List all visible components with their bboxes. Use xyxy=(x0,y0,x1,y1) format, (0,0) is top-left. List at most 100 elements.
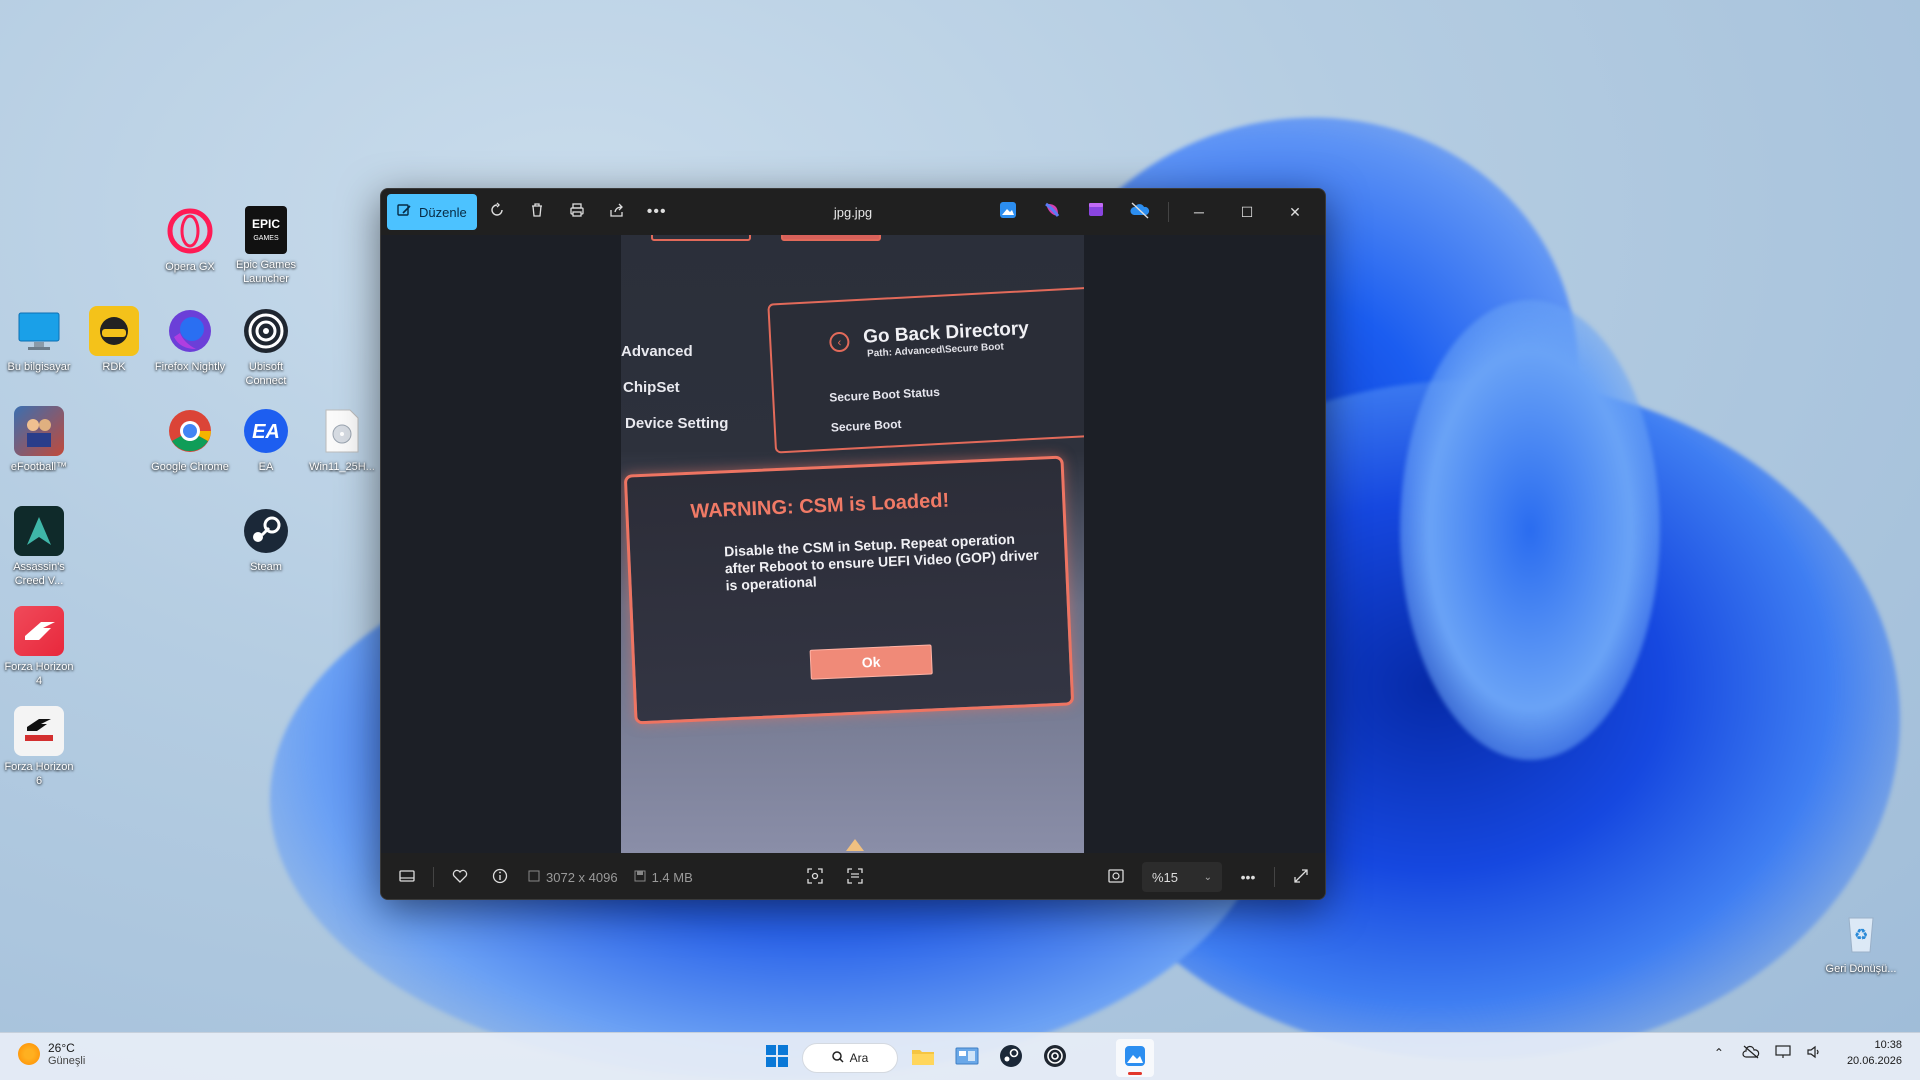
clipchamp-icon xyxy=(1087,201,1105,224)
network-button[interactable] xyxy=(1773,1043,1793,1063)
cloud-offline-icon xyxy=(1130,201,1150,224)
more-options-button[interactable]: ••• xyxy=(637,194,677,230)
taskbar-file-explorer[interactable] xyxy=(904,1039,942,1077)
clipchamp-app-button[interactable] xyxy=(1074,194,1118,230)
taskbar-photos[interactable] xyxy=(1116,1039,1154,1077)
start-button[interactable] xyxy=(758,1039,796,1077)
delete-button[interactable] xyxy=(517,194,557,230)
bios-secure-boot-panel: ‹ Go Back Directory Path: Advanced\Secur… xyxy=(767,286,1084,454)
file-info-button[interactable] xyxy=(480,859,520,895)
rotate-button[interactable] xyxy=(477,194,517,230)
epic-games-icon: EPIC GAMES xyxy=(245,206,287,254)
photos-app-button[interactable] xyxy=(986,194,1030,230)
chrome-icon xyxy=(165,406,215,456)
onedrive-button[interactable] xyxy=(1118,194,1162,230)
desktop-icon-this-pc[interactable]: Bu bilgisayar xyxy=(0,306,78,374)
title-bar: Düzenle ••• jpg.jpg ─ ☐ ✕ xyxy=(381,189,1325,235)
printer-icon xyxy=(569,202,585,223)
favorite-button[interactable] xyxy=(440,859,480,895)
desktop-icon-ubisoft-connect[interactable]: Ubisoft Connect xyxy=(227,306,305,388)
desktop-icon-steam[interactable]: Steam xyxy=(227,506,305,574)
image-size-icon xyxy=(528,870,540,885)
firefox-nightly-icon xyxy=(165,306,215,356)
desktop-icon-opera-gx[interactable]: Opera GX xyxy=(151,206,229,274)
status-bar: 3072 x 4096 1.4 MB %15 ⌄ ••• xyxy=(381,853,1325,899)
filmstrip-icon xyxy=(399,869,415,886)
rdk-icon xyxy=(89,306,139,356)
chevron-up-icon: ⌃ xyxy=(1713,1046,1724,1060)
image-dimensions: 3072 x 4096 xyxy=(528,870,618,885)
desktop-icon-label: Geri Dönüşü... xyxy=(1825,963,1897,975)
taskbar-ubisoft-connect[interactable] xyxy=(1036,1039,1074,1077)
save-disk-icon xyxy=(634,870,646,885)
rotate-icon xyxy=(489,202,505,223)
share-icon xyxy=(609,202,625,223)
search-label: Ara xyxy=(849,1051,869,1065)
trash-icon xyxy=(529,202,545,223)
svg-text:EPIC: EPIC xyxy=(252,217,280,231)
divider xyxy=(1274,867,1275,887)
weather-condition: Güneşli xyxy=(48,1055,86,1067)
onedrive-tray-button[interactable] xyxy=(1741,1043,1761,1063)
desktop-icon-firefox-nightly[interactable]: Firefox Nightly xyxy=(151,306,229,374)
visual-search-button[interactable] xyxy=(795,859,835,895)
close-button[interactable]: ✕ xyxy=(1271,194,1319,230)
desktop-icon-efootball[interactable]: eFootball™ xyxy=(0,406,78,474)
designer-app-button[interactable] xyxy=(1030,194,1074,230)
desktop-icon-assassins-creed[interactable]: Assassin's Creed V... xyxy=(0,506,78,588)
print-button[interactable] xyxy=(557,194,597,230)
desktop-icon-label: Win11_25H... xyxy=(309,461,375,473)
expand-icon xyxy=(1294,868,1308,886)
share-button[interactable] xyxy=(597,194,637,230)
cloud-offline-icon xyxy=(1742,1045,1760,1062)
clock-time: 10:38 xyxy=(1874,1039,1902,1051)
desktop-icon-win11-iso[interactable]: Win11_25H... xyxy=(303,406,381,474)
show-hidden-icons-button[interactable]: ⌃ xyxy=(1709,1043,1729,1063)
scan-text-icon xyxy=(847,867,863,887)
filmstrip-button[interactable] xyxy=(387,859,427,895)
image-dimensions-text: 3072 x 4096 xyxy=(546,869,618,885)
maximize-button[interactable]: ☐ xyxy=(1223,194,1271,230)
desktop-icon-recycle-bin[interactable]: ♻ Geri Dönüşü... xyxy=(1822,908,1900,976)
desktop-icon-label: Ubisoft Connect xyxy=(245,361,287,387)
desktop-icon-forza-horizon-4[interactable]: Forza Horizon 4 xyxy=(0,606,78,688)
clock[interactable]: 10:38 20.06.2026 xyxy=(1847,1037,1902,1069)
folder-icon xyxy=(911,1046,935,1071)
desktop-icon-forza-horizon-6[interactable]: Forza Horizon 6 xyxy=(0,706,78,788)
bios-panel-row: Secure Boot xyxy=(830,416,902,435)
zoom-level-dropdown[interactable]: %15 ⌄ xyxy=(1142,862,1222,892)
weather-widget[interactable]: 26°C Güneşli xyxy=(18,1041,85,1067)
network-icon xyxy=(1775,1044,1791,1062)
image-viewport[interactable]: Advanced ChipSet Device Setting ‹ Go Bac… xyxy=(381,235,1325,853)
disc-image-file-icon xyxy=(317,406,367,456)
bios-menu-item: Device Setting xyxy=(625,415,729,432)
ellipsis-icon: ••• xyxy=(646,203,667,220)
svg-text:GAMES: GAMES xyxy=(253,235,279,242)
ellipsis-icon: ••• xyxy=(1240,869,1256,885)
desktop-icon-label: Google Chrome xyxy=(151,461,229,473)
taskbar-search[interactable]: Ara xyxy=(802,1043,898,1073)
system-tray: ⌃ 10:38 20.06.2026 xyxy=(1709,1037,1902,1069)
edit-button[interactable]: Düzenle xyxy=(387,194,477,230)
desktop-icon-rdk[interactable]: RDK xyxy=(75,306,153,374)
taskbar: 26°C Güneşli Ara ⌃ 10:38 20.06.2026 xyxy=(0,1032,1920,1080)
minimize-button[interactable]: ─ xyxy=(1175,194,1223,230)
desktop-icon-epic-games[interactable]: EPIC GAMES Epic Games Launcher xyxy=(227,206,305,286)
heart-icon xyxy=(452,869,468,886)
desktop-icon-google-chrome[interactable]: Google Chrome xyxy=(151,406,229,474)
fullscreen-button[interactable] xyxy=(1281,859,1321,895)
desktop-icon-label: Forza Horizon 6 xyxy=(4,761,74,787)
actual-size-button[interactable] xyxy=(1096,859,1136,895)
control-panel-icon xyxy=(955,1046,979,1071)
more-view-options-button[interactable]: ••• xyxy=(1228,859,1268,895)
edit-icon xyxy=(397,203,411,221)
taskbar-control-panel[interactable] xyxy=(948,1039,986,1077)
computer-icon xyxy=(14,306,64,356)
desktop-icon-label: Steam xyxy=(250,561,282,573)
volume-button[interactable] xyxy=(1805,1043,1825,1063)
scan-text-button[interactable] xyxy=(835,859,875,895)
speaker-icon xyxy=(1807,1045,1823,1062)
taskbar-steam[interactable] xyxy=(992,1039,1030,1077)
desktop-icon-ea[interactable]: EA EA xyxy=(227,406,305,474)
photos-window: Düzenle ••• jpg.jpg ─ ☐ ✕ Advanced ChipS… xyxy=(380,188,1326,900)
